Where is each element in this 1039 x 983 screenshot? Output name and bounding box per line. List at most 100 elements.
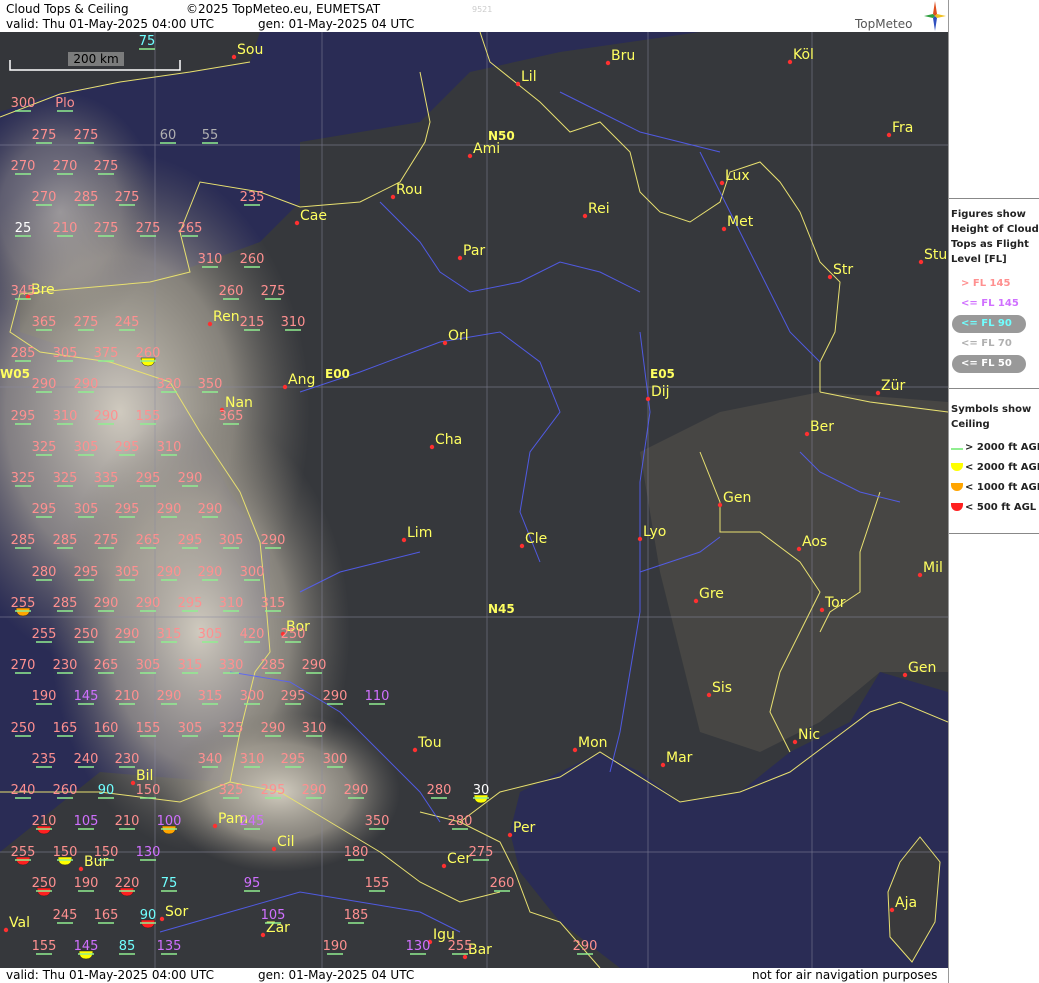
city-label: Met	[727, 214, 754, 230]
city-marker	[645, 396, 651, 402]
cloud-top-value: 275	[74, 128, 99, 143]
map-canvas: N50N45E00 E05W05 Sou Bru KölLilAmiFraLuxRou…	[0, 32, 948, 968]
cloud-top-value: 260	[53, 783, 78, 798]
cloud-top-value: 295	[281, 752, 306, 767]
cloud-top-value: 285	[11, 346, 36, 361]
city-label: Lux	[725, 168, 750, 184]
city-label: Sor	[165, 904, 188, 920]
city-label: Lil	[521, 69, 537, 85]
cloud-top-value: 185	[344, 908, 369, 923]
cloud-top-value: 30	[473, 783, 490, 798]
city-label: Tou	[417, 735, 442, 751]
satellite-map[interactable]: N50 N45 E00 E05 W05 Sou Bru Köl Lil Ami Fra Lux Rou…	[0, 32, 948, 968]
cloud-top-value: 305	[136, 658, 161, 673]
cloud-top-value: 220	[115, 876, 140, 891]
cloud-top-value: 295	[32, 502, 57, 517]
city-label: Mon	[578, 735, 608, 751]
legend-ceiling-swatch	[951, 463, 963, 471]
cloud-top-value: 160	[94, 721, 119, 736]
cloud-top-value: 315	[261, 596, 286, 611]
city-marker	[787, 59, 793, 65]
city-label: Zür	[881, 378, 905, 394]
cloud-top-value: 290	[74, 377, 99, 392]
city-label: Nic	[798, 727, 820, 743]
cloud-top-value: 275	[94, 159, 119, 174]
city-marker	[159, 916, 165, 922]
cloud-top-value: 295	[178, 596, 203, 611]
cloud-top-value: 275	[74, 315, 99, 330]
cloud-top-value: 260	[240, 252, 265, 267]
cloud-top-value: 60	[160, 128, 177, 143]
city-marker	[442, 340, 448, 346]
cloud-top-value: 295	[74, 565, 99, 580]
city-marker	[637, 536, 643, 542]
city-label: Gen	[908, 660, 936, 676]
cloud-top-value: 310	[281, 315, 306, 330]
map-footer: valid: Thu 01-May-2025 04:00 UTC gen: 01…	[0, 968, 948, 983]
legend-divider	[949, 198, 1039, 199]
city-label: Str	[833, 262, 853, 278]
cloud-top-value: 100	[157, 814, 182, 829]
cloud-top-value: 305	[74, 502, 99, 517]
cloud-top-value: 325	[32, 440, 57, 455]
city-label: Rou	[396, 182, 423, 198]
cloud-top-value: 150	[136, 783, 161, 798]
cloud-top-value: 260	[219, 284, 244, 299]
cloud-top-value: 300	[240, 565, 265, 580]
city-marker	[467, 153, 473, 159]
cloud-top-value: 230	[115, 752, 140, 767]
city-marker	[875, 390, 881, 396]
cloud-top-value: 240	[74, 752, 99, 767]
cloud-top-value: 245	[240, 814, 265, 829]
city-marker	[918, 259, 924, 265]
city-marker	[130, 780, 136, 786]
cloud-top-value: 345	[11, 284, 36, 299]
cloud-top-value: 315	[178, 658, 203, 673]
cloud-top-value: 275	[136, 221, 161, 236]
cloud-top-value: 180	[344, 845, 369, 860]
city-label: Gen	[723, 490, 751, 506]
legend-tops-item: <= FL 50	[961, 358, 1012, 369]
cloud-top-value: 130	[406, 939, 431, 954]
city-label: Cae	[300, 208, 327, 224]
city-label: Val	[9, 915, 30, 931]
city-marker	[212, 823, 218, 829]
cloud-top-value: 275	[32, 128, 57, 143]
cloud-top-value: 280	[32, 565, 57, 580]
legend-ceiling-item: < 2000 ft AGL	[965, 462, 1039, 473]
city-marker	[917, 572, 923, 578]
cloud-top-value: 270	[53, 159, 78, 174]
cloud-top-value: 295	[261, 783, 286, 798]
cloud-top-value: 250	[32, 876, 57, 891]
cloud-top-value: 245	[115, 315, 140, 330]
cloud-top-value: 210	[115, 689, 140, 704]
city-label: Cil	[277, 834, 295, 850]
map-title: Cloud Tops & Ceiling	[6, 2, 129, 16]
grid-label: E05	[650, 367, 675, 381]
cloud-top-value: 190	[74, 876, 99, 891]
city-marker	[819, 607, 825, 613]
cloud-top-value: 250	[281, 627, 306, 642]
city-marker	[889, 907, 895, 913]
cloud-top-value: 275	[94, 533, 119, 548]
city-marker	[260, 932, 266, 938]
cloud-top-value: 285	[74, 190, 99, 205]
cloud-top-value: 290	[157, 565, 182, 580]
city-label: Gre	[699, 586, 724, 602]
cloud-top-value: 130	[136, 845, 161, 860]
cloud-top-value: 350	[198, 377, 223, 392]
legend-ceiling-item: > 2000 ft AGL	[965, 442, 1039, 453]
map-header: Cloud Tops & Ceiling ©2025 TopMeteo.eu, …	[0, 0, 948, 32]
city-marker	[294, 220, 300, 226]
cloud-top-value: 295	[11, 409, 36, 424]
topmeteo-logo: TopMeteo	[855, 17, 913, 31]
city-marker	[390, 194, 396, 200]
city-label: Bil	[136, 768, 153, 784]
cloud-top-value: 285	[53, 533, 78, 548]
cloud-top-value: 290	[323, 689, 348, 704]
cloud-top-value: 265	[94, 658, 119, 673]
cloud-top-value: 25	[15, 221, 32, 236]
cloud-top-value: 265	[136, 533, 161, 548]
city-marker	[827, 274, 833, 280]
cloud-top-value: 215	[240, 315, 265, 330]
